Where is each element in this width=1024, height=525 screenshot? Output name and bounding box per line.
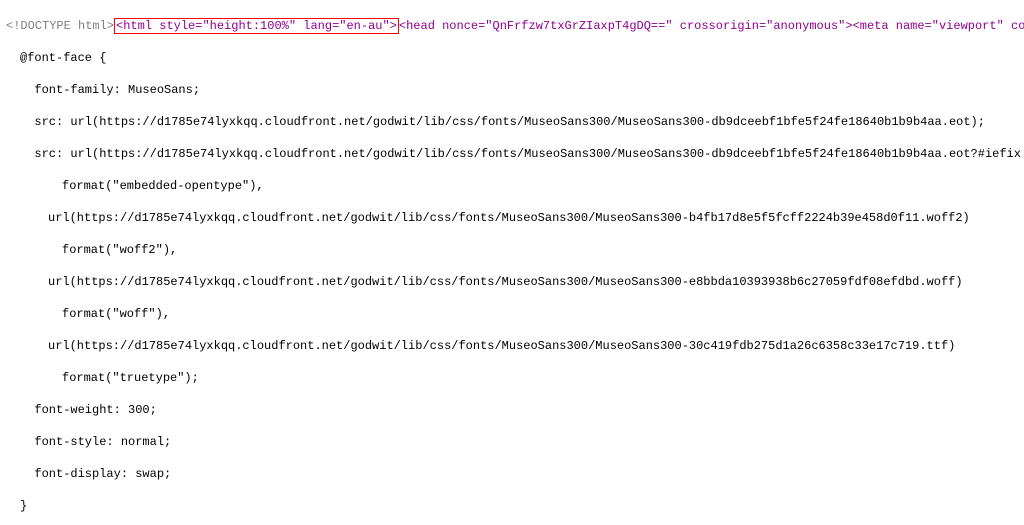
code-line: format("woff2"),: [6, 242, 1024, 258]
code-line: font-display: swap;: [6, 466, 1024, 482]
code-line: font-style: normal;: [6, 434, 1024, 450]
html-open-tag: <html style="height:100%" lang="en-au">: [114, 18, 399, 34]
doctype: <!DOCTYPE html>: [6, 19, 114, 33]
code-line: url(https://d1785e74lyxkqq.cloudfront.ne…: [6, 210, 1024, 226]
code-line: format("truetype");: [6, 370, 1024, 386]
code-line: format("woff"),: [6, 306, 1024, 322]
code-line: url(https://d1785e74lyxkqq.cloudfront.ne…: [6, 338, 1024, 354]
code-line: format("embedded-opentype"),: [6, 178, 1024, 194]
code-line: font-weight: 300;: [6, 402, 1024, 418]
code-line: url(https://d1785e74lyxkqq.cloudfront.ne…: [6, 274, 1024, 290]
code-line: src: url(https://d1785e74lyxkqq.cloudfro…: [6, 114, 1024, 130]
head-open-tag: <head nonce="QnFrfzw7txGrZIaxpT4gDQ==" c…: [399, 19, 1024, 33]
source-viewer: <!DOCTYPE html><html style="height:100%"…: [0, 0, 1024, 525]
code-line: <!DOCTYPE html><html style="height:100%"…: [6, 18, 1024, 34]
code-line: @font-face {: [6, 50, 1024, 66]
code-line: src: url(https://d1785e74lyxkqq.cloudfro…: [6, 146, 1024, 162]
code-line: font-family: MuseoSans;: [6, 82, 1024, 98]
code-line: }: [6, 498, 1024, 514]
